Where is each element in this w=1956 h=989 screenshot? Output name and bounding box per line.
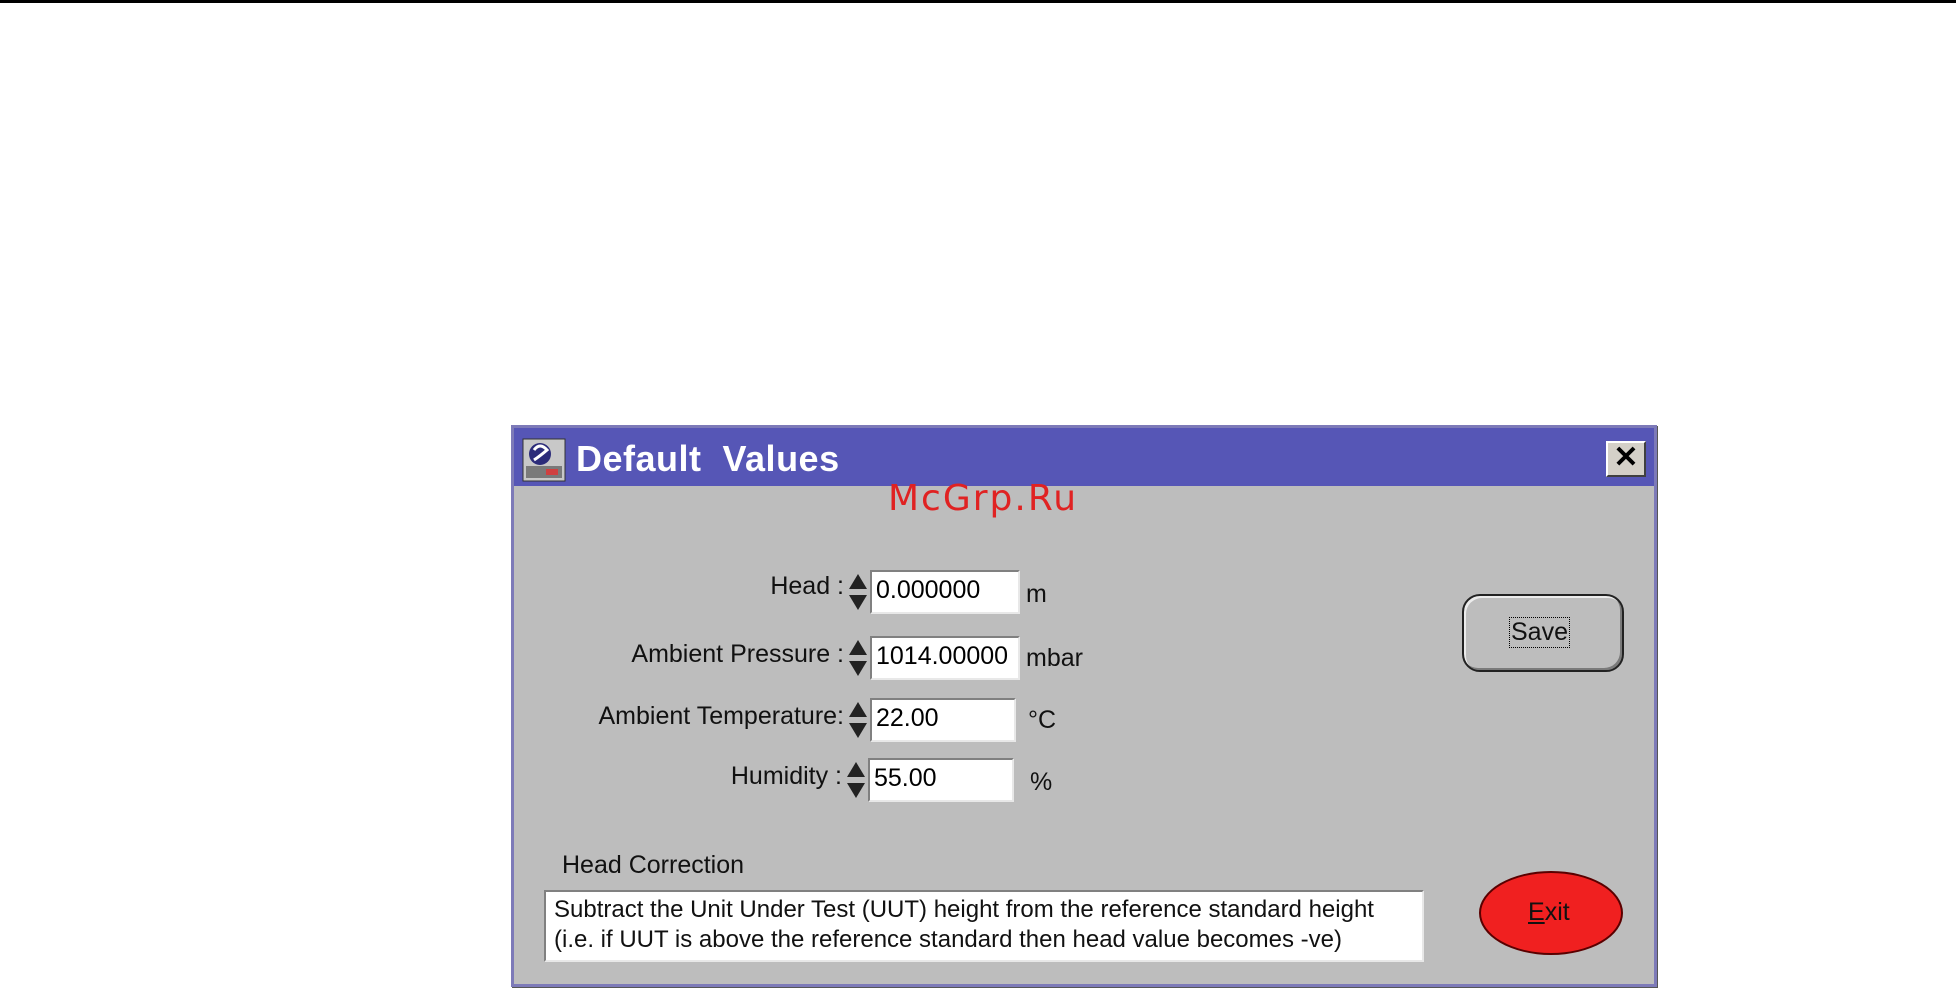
ambient-pressure-spinner[interactable] [848, 638, 868, 678]
ambient-temperature-unit: °C [1028, 706, 1057, 734]
head-input[interactable]: 0.000000 [870, 570, 1020, 614]
head-unit: m [1026, 580, 1047, 608]
head-correction-textbox: Subtract the Unit Under Test (UUT) heigh… [544, 890, 1424, 962]
ambient-temperature-spinner[interactable] [848, 700, 868, 740]
exit-button-label: Exit [1528, 898, 1570, 927]
exit-label-rest: xit [1544, 898, 1570, 926]
spinner-icon [849, 640, 867, 676]
ambient-pressure-unit: mbar [1026, 644, 1083, 672]
head-spinner[interactable] [848, 572, 868, 612]
save-button-label: Save [1509, 617, 1570, 648]
humidity-spinner[interactable] [846, 760, 866, 800]
head-correction-line-2: (i.e. if UUT is above the reference stan… [554, 926, 1342, 953]
head-correction-label: Head Correction [562, 851, 745, 879]
ambient-temperature-input[interactable]: 22.00 [870, 698, 1016, 742]
save-button[interactable]: Save [1462, 594, 1624, 672]
exit-mnemonic: E [1528, 898, 1545, 926]
watermark-text: McGrp.Ru [888, 478, 1079, 519]
ambient-pressure-label: Ambient Pressure : [631, 640, 844, 668]
app-icon [522, 438, 566, 482]
head-label: Head : [770, 572, 844, 600]
ambient-pressure-input[interactable]: 1014.00000 [870, 636, 1020, 680]
humidity-unit: % [1030, 768, 1053, 796]
ambient-temperature-label: Ambient Temperature: [598, 702, 845, 730]
spinner-icon [847, 762, 865, 798]
default-values-dialog: Default Values ✕ McGrp.Ru Head : 0.00000… [511, 425, 1657, 987]
window-title: Default Values [576, 438, 840, 479]
spinner-icon [849, 574, 867, 610]
humidity-input[interactable]: 55.00 [868, 758, 1014, 802]
head-correction-line-1: Subtract the Unit Under Test (UUT) heigh… [554, 896, 1374, 923]
spinner-icon [849, 702, 867, 738]
humidity-label: Humidity : [730, 762, 842, 790]
exit-button[interactable]: Exit [1479, 871, 1623, 955]
close-icon: ✕ [1613, 441, 1639, 474]
close-button[interactable]: ✕ [1606, 441, 1646, 477]
page-top-rule [0, 0, 1956, 3]
title-bar[interactable]: Default Values ✕ [514, 428, 1654, 486]
